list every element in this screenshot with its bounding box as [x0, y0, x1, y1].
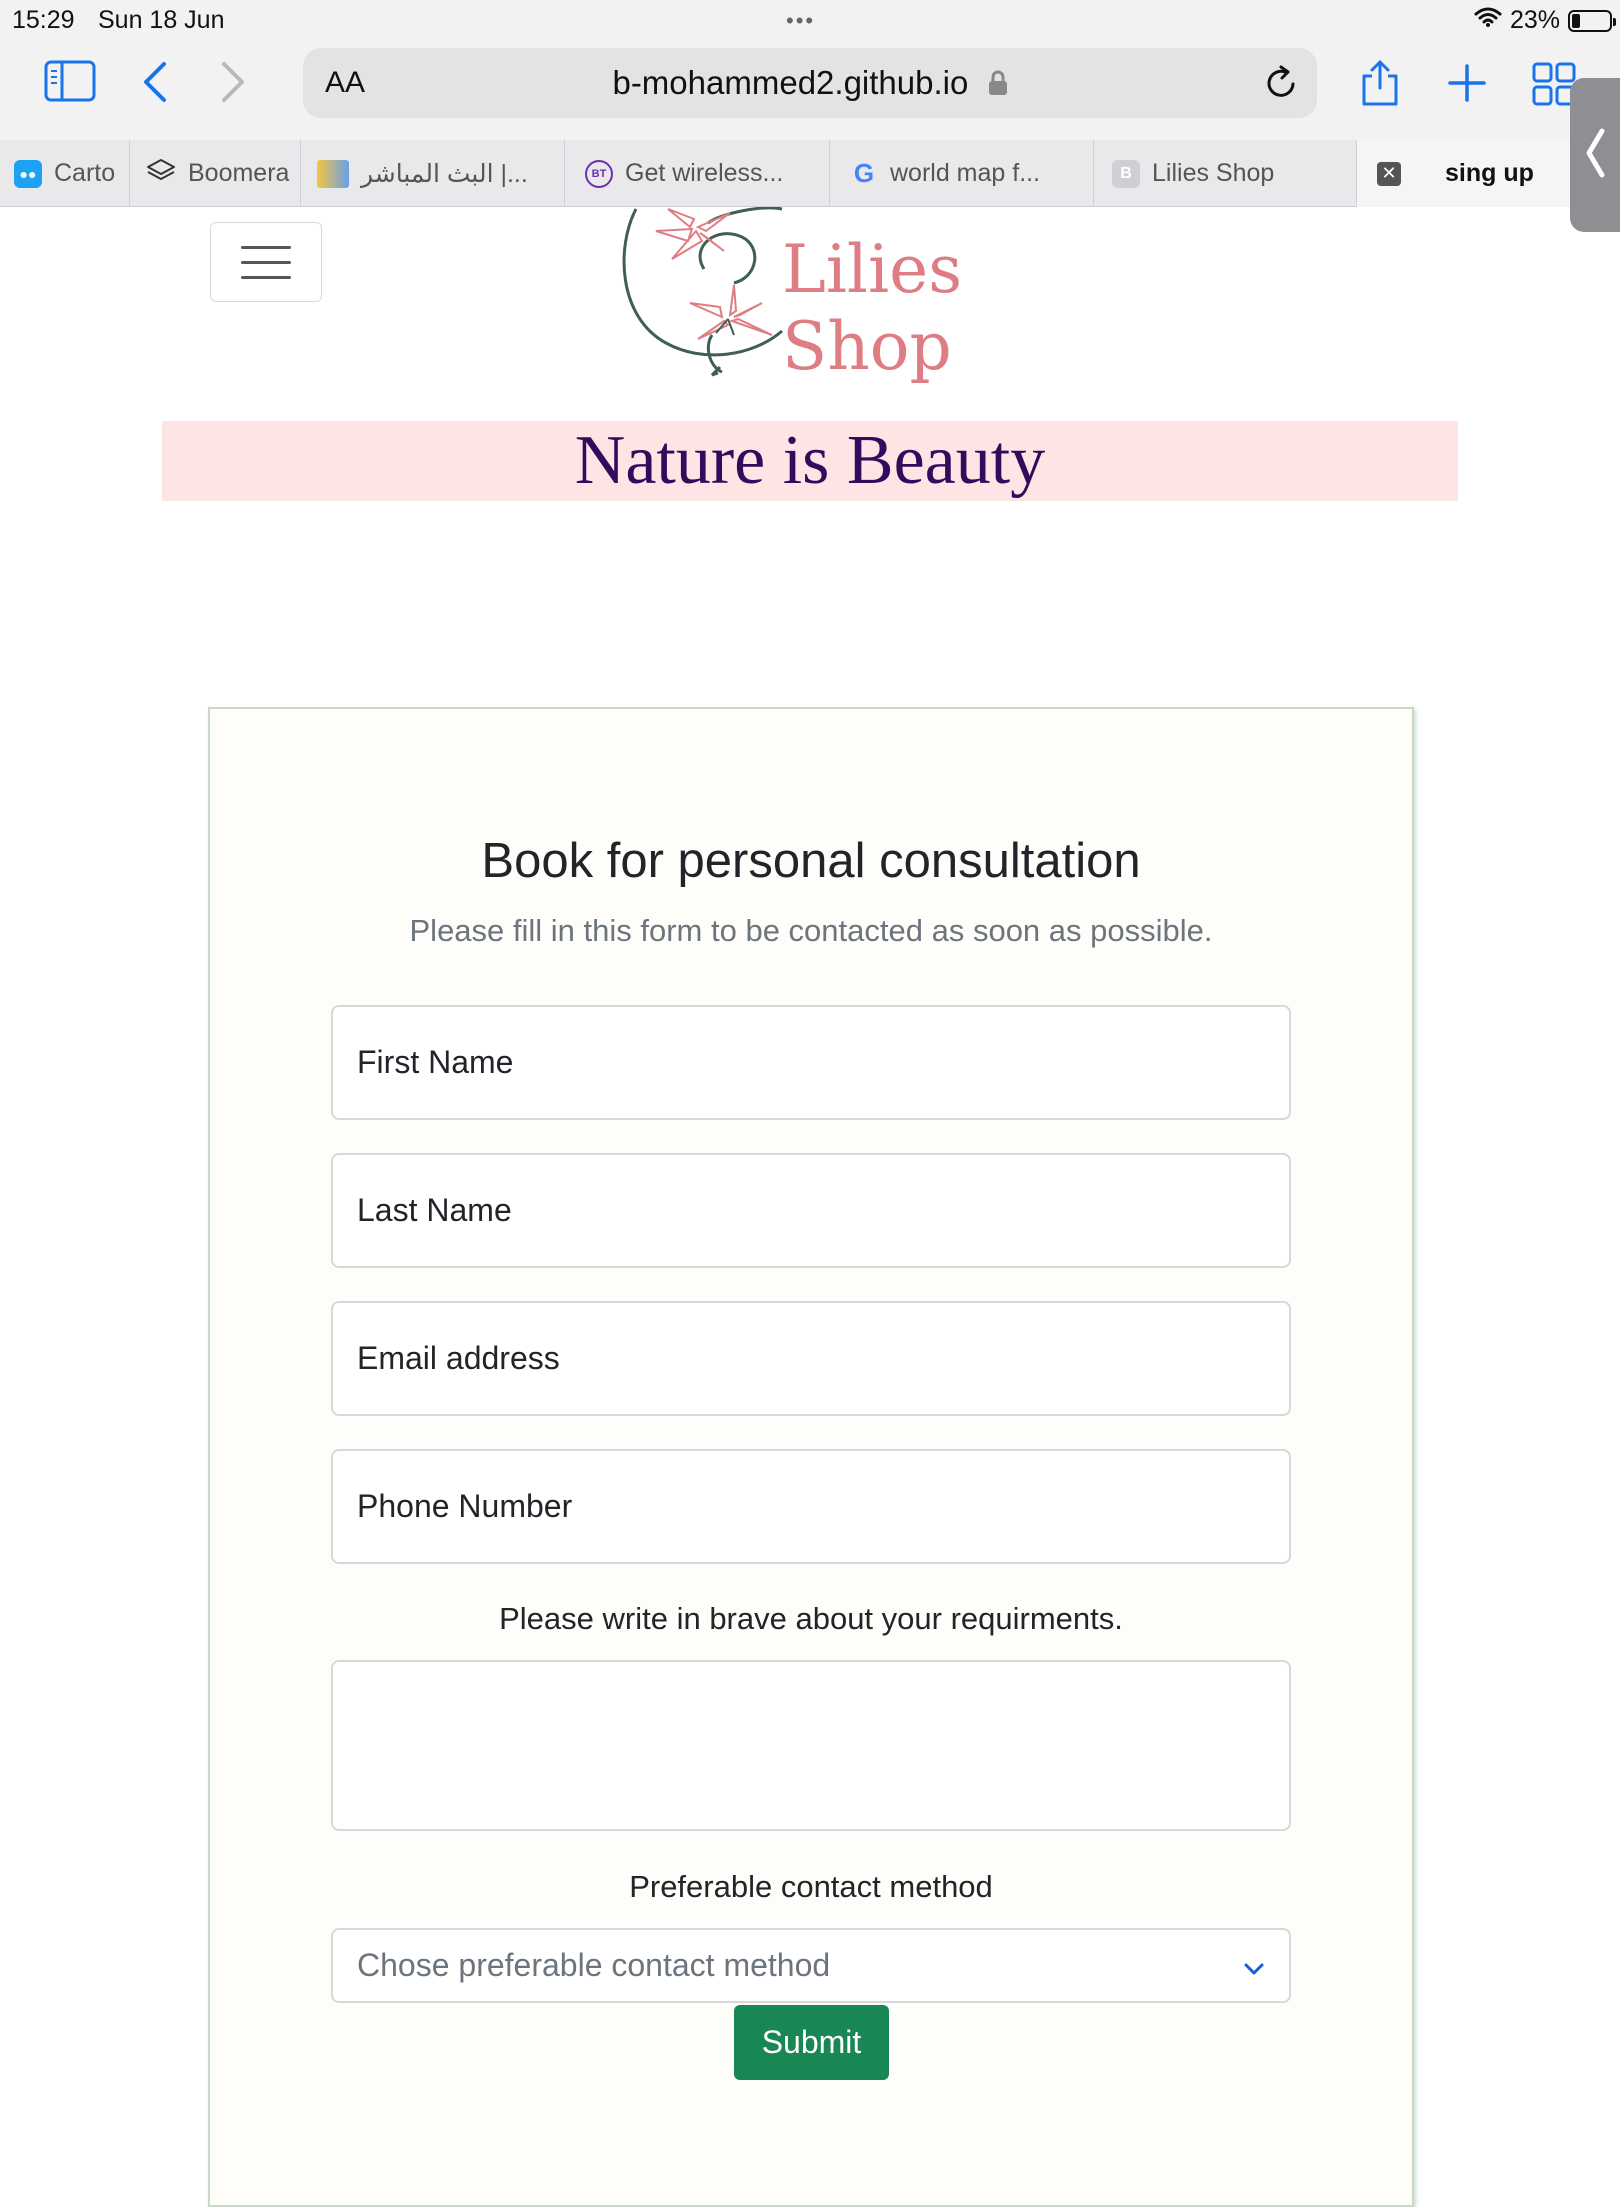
- site-logo[interactable]: Lilies Shop: [612, 207, 1132, 385]
- tab-label: world map f...: [890, 159, 1041, 187]
- submit-button[interactable]: Submit: [734, 2005, 889, 2080]
- form-subtitle: Please fill in this form to be contacted…: [409, 913, 1213, 948]
- close-tab-icon[interactable]: ✕: [1377, 161, 1401, 186]
- last-name-field[interactable]: Last Name: [331, 1153, 1291, 1268]
- reload-icon[interactable]: [1263, 64, 1299, 102]
- contact-method-label: Preferable contact method: [629, 1869, 993, 1904]
- tab-world-map[interactable]: G world map f...: [830, 140, 1094, 207]
- tab-lilies-shop[interactable]: B Lilies Shop: [1094, 140, 1357, 207]
- last-name-placeholder: Last Name: [357, 1192, 512, 1228]
- navbar-toggle-button[interactable]: [210, 222, 322, 302]
- email-placeholder: Email address: [357, 1340, 560, 1376]
- url-field[interactable]: b-mohammed2.github.io: [303, 64, 1317, 104]
- menu-icon-bar: [241, 260, 291, 264]
- logo-text: Lilies Shop: [782, 231, 963, 385]
- lock-icon: [988, 66, 1008, 104]
- side-panel-handle[interactable]: [1570, 78, 1620, 232]
- flag-icon: [317, 159, 349, 188]
- menu-icon-bar: [241, 275, 291, 279]
- requirements-label: Please write in brave about your requirm…: [499, 1601, 1123, 1636]
- chevron-down-icon: [1243, 1947, 1265, 1984]
- status-right: 23%: [1474, 6, 1616, 35]
- tab-live-broadcast[interactable]: البث المباشر |...: [301, 140, 565, 207]
- battery-icon: [1568, 9, 1616, 32]
- requirements-textarea[interactable]: [331, 1660, 1291, 1831]
- url-text: b-mohammed2.github.io: [612, 64, 969, 101]
- sidebar-icon[interactable]: [44, 60, 96, 102]
- battery-level: [1572, 13, 1580, 28]
- tab-label: Get wireless...: [625, 159, 784, 187]
- bootstrap-icon: B: [1112, 159, 1140, 188]
- stack-icon: [146, 158, 176, 189]
- tab-bar: ●● Carto Boomera البث المباشر |... BT Ge…: [0, 140, 1620, 207]
- address-bar[interactable]: AA b-mohammed2.github.io: [303, 48, 1317, 118]
- owl-eyes-icon: ●●: [14, 159, 42, 188]
- google-icon: G: [853, 158, 875, 188]
- back-icon[interactable]: [140, 60, 170, 104]
- tab-label: Boomera: [188, 159, 290, 187]
- forward-icon[interactable]: [218, 60, 248, 104]
- multitasking-dots[interactable]: •••: [786, 8, 815, 34]
- tab-boomerang[interactable]: Boomera: [130, 140, 301, 207]
- consultation-form: Book for personal consultation Please fi…: [208, 707, 1414, 2207]
- wifi-icon: [1474, 6, 1502, 35]
- status-time: 15:29: [12, 6, 75, 34]
- form-title: Book for personal consultation: [481, 834, 1141, 888]
- phone-field[interactable]: Phone Number: [331, 1449, 1291, 1564]
- battery-percent: 23%: [1509, 6, 1560, 34]
- tab-label: Carto: [54, 159, 116, 187]
- phone-placeholder: Phone Number: [357, 1488, 573, 1524]
- tab-label: Lilies Shop: [1152, 159, 1275, 187]
- first-name-placeholder: First Name: [357, 1044, 514, 1080]
- share-icon[interactable]: [1358, 58, 1402, 108]
- bt-icon: BT: [585, 159, 613, 188]
- tab-carto[interactable]: ●● Carto: [0, 140, 130, 207]
- status-bar: 15:29 Sun 18 Jun ••• 23%: [0, 0, 1620, 40]
- email-field[interactable]: Email address: [331, 1301, 1291, 1416]
- chevron-left-icon: [1584, 127, 1606, 184]
- banner-heading: Nature is Beauty: [574, 422, 1046, 499]
- tab-get-wireless[interactable]: BT Get wireless...: [565, 140, 830, 207]
- contact-method-select[interactable]: Chose preferable contact method: [331, 1928, 1291, 2003]
- status-date: Sun 18 Jun: [98, 6, 225, 34]
- tab-label: sing up: [1445, 159, 1534, 187]
- contact-method-placeholder: Chose preferable contact method: [357, 1947, 831, 1983]
- tab-label: البث المباشر |...: [361, 159, 528, 188]
- menu-icon-bar: [241, 245, 291, 249]
- first-name-field[interactable]: First Name: [331, 1005, 1291, 1120]
- browser-toolbar: AA b-mohammed2.github.io: [0, 40, 1620, 140]
- new-tab-icon[interactable]: [1446, 62, 1488, 104]
- hero-banner: Nature is Beauty: [162, 421, 1458, 501]
